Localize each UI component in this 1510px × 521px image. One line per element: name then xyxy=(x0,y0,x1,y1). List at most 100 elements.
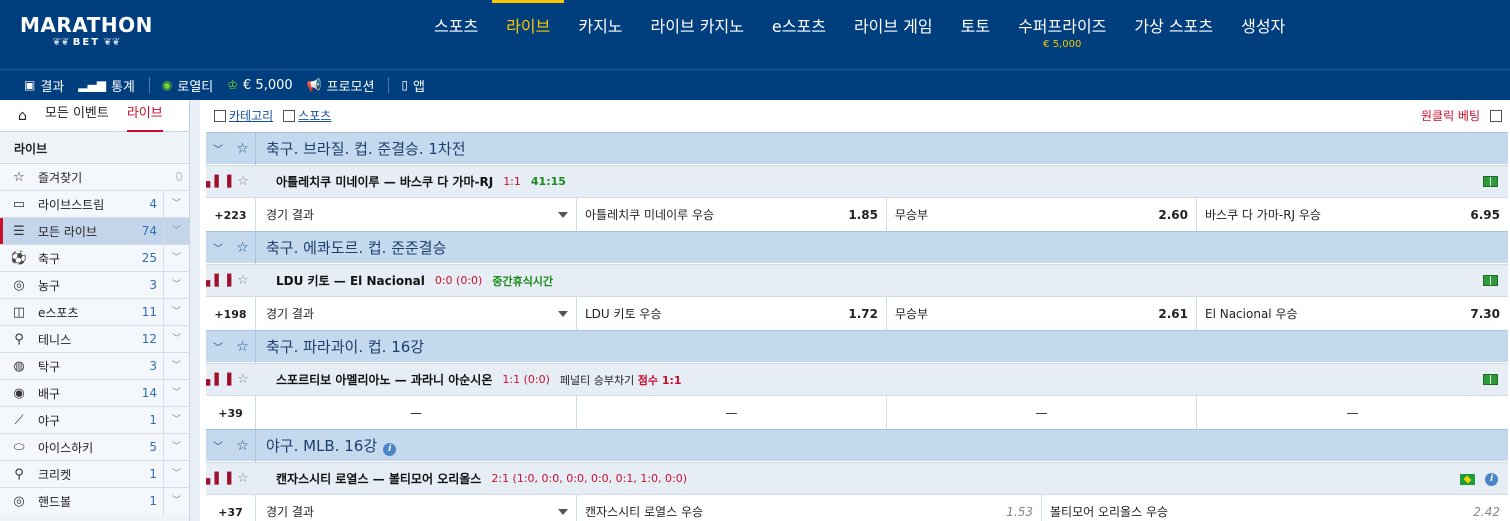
more-markets-button[interactable]: +39 xyxy=(206,396,256,429)
more-markets-button[interactable]: +198 xyxy=(206,297,256,330)
match-row[interactable]: ▖▌▐ ☆ 캔자스시티 로열스 — 볼티모어 오리올스 2:1 (1:0, 0:0, … xyxy=(206,462,1508,494)
sidebar-item[interactable]: ◉ 배구 14 ﹀ xyxy=(0,379,189,407)
chevron-down-icon[interactable]: ﹀ xyxy=(206,240,230,255)
results-link[interactable]: ▣ 결과 xyxy=(24,76,64,95)
category-filter-link[interactable]: 카테고리 xyxy=(229,107,273,124)
stats-icon[interactable]: ▖▌▐ xyxy=(206,274,231,287)
sidebar-item[interactable]: ⬭ 아이스하키 5 ﹀ xyxy=(0,433,189,461)
match-teams[interactable]: LDU 키토 — El Nacional xyxy=(256,272,425,289)
one-click-checkbox[interactable] xyxy=(1490,109,1502,122)
chevron-down-icon[interactable]: ﹀ xyxy=(163,217,189,245)
chevron-down-icon[interactable]: ﹀ xyxy=(163,352,189,380)
sidebar-item[interactable]: ▭ 라이브스트림 4 ﹀ xyxy=(0,190,189,218)
odds-cell[interactable]: El Nacional 우승 7.30 xyxy=(1197,297,1508,330)
sidebar-item[interactable]: ⚲ 테니스 12 ﹀ xyxy=(0,325,189,353)
info-icon[interactable]: i xyxy=(1485,473,1498,486)
chevron-down-icon[interactable]: ﹀ xyxy=(206,339,230,354)
league-header[interactable]: ﹀ ☆ 축구. 에콰도르. 컵. 준준결승 xyxy=(206,231,1508,264)
stats-link[interactable]: ▂▄▆ 통계 xyxy=(78,76,135,95)
tab-live[interactable]: 라이브 xyxy=(126,100,163,132)
star-icon[interactable]: ☆ xyxy=(230,372,256,387)
category-checkbox[interactable] xyxy=(214,109,226,122)
match-row[interactable]: ▖▌▐ ☆ 아틀레치쿠 미네이루 — 바스쿠 다 가마-RJ 1:1 41:15 xyxy=(206,165,1508,197)
sidebar-item[interactable]: ☆ 즐겨찾기 0 xyxy=(0,163,189,190)
market-select[interactable]: 경기 결과 xyxy=(256,198,577,231)
sports-checkbox[interactable] xyxy=(283,109,296,122)
loyalty-link[interactable]: ◉ 로열티 xyxy=(162,76,213,95)
sports-filter-link[interactable]: 스포츠 xyxy=(298,107,331,124)
chevron-down-icon[interactable]: ﹀ xyxy=(163,325,189,353)
promo-link[interactable]: 📢 프로모션 xyxy=(307,76,375,95)
marathon-bet-logo[interactable]: MARATHON ❦❦ BET ❦❦ xyxy=(20,14,153,50)
star-icon[interactable]: ☆ xyxy=(230,132,256,165)
odds-cell[interactable]: 캔자스시티 로열스 우승 1.53 xyxy=(577,495,1042,521)
chevron-down-icon[interactable]: ﹀ xyxy=(163,406,189,434)
app-link[interactable]: ▯ 앱 xyxy=(401,76,425,95)
odds-cell[interactable]: 볼티모어 오리올스 우승 2.42 xyxy=(1042,495,1508,521)
odds-cell[interactable]: 아틀레치쿠 미네이루 우승 1.85 xyxy=(577,198,887,231)
info-icon[interactable]: i xyxy=(383,443,397,456)
match-teams[interactable]: 캔자스시티 로열스 — 볼티모어 오리올스 xyxy=(256,470,481,487)
sidebar-item[interactable]: ⚽ 축구 25 ﹀ xyxy=(0,244,189,272)
league-header[interactable]: ﹀ ☆ 야구. MLB. 16강 i xyxy=(206,429,1508,462)
odds-cell[interactable]: 무승부 2.60 xyxy=(887,198,1197,231)
nav-live[interactable]: 라이브 xyxy=(492,0,565,69)
sidebar-item[interactable]: ◫ e스포츠 11 ﹀ xyxy=(0,298,189,326)
star-icon[interactable]: ☆ xyxy=(230,174,256,189)
odds-cell[interactable]: — xyxy=(577,396,887,429)
odds-cell[interactable]: 무승부 2.61 xyxy=(887,297,1197,330)
field-icon[interactable] xyxy=(1483,275,1498,286)
nav-superprize[interactable]: 수퍼프라이즈 € 5,000 xyxy=(1004,0,1120,69)
star-icon[interactable]: ☆ xyxy=(230,330,256,363)
league-header[interactable]: ﹀ ☆ 축구. 파라과이. 컵. 16강 xyxy=(206,330,1508,363)
odds-cell[interactable]: LDU 키토 우승 1.72 xyxy=(577,297,887,330)
tab-all-events[interactable]: 모든 이벤트 xyxy=(45,100,109,132)
star-icon[interactable]: ☆ xyxy=(230,429,256,462)
nav-toto[interactable]: 토토 xyxy=(947,0,1004,69)
field-icon[interactable] xyxy=(1483,176,1498,187)
odds-cell[interactable]: — xyxy=(887,396,1197,429)
chevron-down-icon[interactable]: ﹀ xyxy=(163,298,189,326)
stats-icon[interactable]: ▖▌▐ xyxy=(206,472,231,485)
stats-icon[interactable]: ▖▌▐ xyxy=(206,373,231,386)
chevron-down-icon[interactable]: ﹀ xyxy=(163,190,189,218)
odds-cell[interactable]: — xyxy=(1197,396,1508,429)
match-teams[interactable]: 아틀레치쿠 미네이루 — 바스쿠 다 가마-RJ xyxy=(256,173,493,190)
market-select[interactable]: 경기 결과 xyxy=(256,495,577,521)
league-header[interactable]: ﹀ ☆ 축구. 브라질. 컵. 준결승. 1차전 xyxy=(206,132,1508,165)
sidebar-item[interactable]: ◍ 탁구 3 ﹀ xyxy=(0,352,189,380)
more-markets-button[interactable]: +223 xyxy=(206,198,256,231)
match-teams[interactable]: 스포르티보 아멜리아노 — 과라니 아순시온 xyxy=(256,371,492,388)
jackpot-link[interactable]: ♔ € 5,000 xyxy=(227,78,292,93)
chevron-down-icon[interactable]: ﹀ xyxy=(163,460,189,488)
nav-live-games[interactable]: 라이브 게임 xyxy=(840,0,947,69)
match-row[interactable]: ▖▌▐ ☆ 스포르티보 아멜리아노 — 과라니 아순시온 1:1 (0:0) 페널티 승… xyxy=(206,363,1508,395)
home-icon[interactable]: ⌂ xyxy=(18,108,27,124)
market-select[interactable]: 경기 결과 xyxy=(256,297,577,330)
chevron-down-icon[interactable]: ﹀ xyxy=(206,438,230,453)
chevron-down-icon[interactable]: ﹀ xyxy=(163,271,189,299)
star-icon[interactable]: ☆ xyxy=(230,231,256,264)
nav-sports[interactable]: 스포츠 xyxy=(420,0,492,69)
nav-casino[interactable]: 카지노 xyxy=(564,0,636,69)
nav-esports[interactable]: e스포츠 xyxy=(758,0,840,69)
field-icon[interactable] xyxy=(1483,374,1498,385)
nav-live-casino[interactable]: 라이브 카지노 xyxy=(637,0,758,69)
chevron-down-icon[interactable]: ﹀ xyxy=(163,379,189,407)
chevron-down-icon[interactable]: ﹀ xyxy=(163,487,189,515)
nav-creator[interactable]: 생성자 xyxy=(1227,0,1299,69)
odds-cell[interactable]: — xyxy=(256,396,577,429)
more-markets-button[interactable]: +37 xyxy=(206,495,256,521)
sidebar-item[interactable]: ☰ 모든 라이브 74 ﹀ xyxy=(0,217,189,245)
match-row[interactable]: ▖▌▐ ☆ LDU 키토 — El Nacional 0:0 (0:0) 중간휴식시간 xyxy=(206,264,1508,296)
odds-cell[interactable]: 바스쿠 다 가마-RJ 우승 6.95 xyxy=(1197,198,1508,231)
stats-icon[interactable]: ▖▌▐ xyxy=(206,175,231,188)
chevron-down-icon[interactable]: ﹀ xyxy=(163,244,189,272)
sidebar-item[interactable]: ⟋ 야구 1 ﹀ xyxy=(0,406,189,434)
star-icon[interactable]: ☆ xyxy=(230,471,256,486)
sidebar-item[interactable]: ◎ 핸드볼 1 ﹀ xyxy=(0,487,189,515)
sidebar-item[interactable]: ⚲ 크리켓 1 ﹀ xyxy=(0,460,189,488)
star-icon[interactable]: ☆ xyxy=(230,273,256,288)
chevron-down-icon[interactable]: ﹀ xyxy=(163,433,189,461)
nav-virtual-sports[interactable]: 가상 스포츠 xyxy=(1120,0,1227,69)
